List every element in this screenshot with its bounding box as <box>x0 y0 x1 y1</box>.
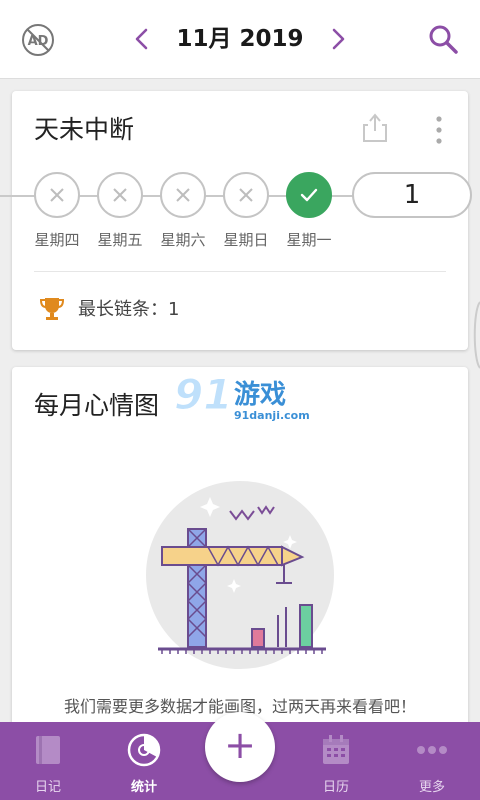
more-vert-icon[interactable] <box>434 115 444 145</box>
x-icon <box>176 188 190 202</box>
trophy-icon <box>39 298 65 320</box>
scroll-indicator <box>473 301 480 369</box>
share-icon[interactable] <box>362 111 388 143</box>
nav-label-more: 更多 <box>418 780 445 795</box>
streak-title: 天未中断 <box>34 115 135 144</box>
month-title[interactable]: 11月 2019 <box>160 22 320 56</box>
day-circle-done <box>286 172 332 218</box>
svg-text:91: 91 <box>174 370 232 419</box>
diary-book-icon <box>36 736 60 764</box>
search-icon[interactable] <box>426 22 460 56</box>
nav-label-stats: 统计 <box>130 780 157 795</box>
ad-blocked-icon[interactable]: AD <box>20 22 56 58</box>
nav-item-calendar[interactable]: 日历 <box>288 722 384 800</box>
more-dots-icon <box>417 746 447 754</box>
x-icon <box>239 188 253 202</box>
day-circle-missed <box>34 172 80 218</box>
divider <box>34 271 446 272</box>
day-circle-missed <box>223 172 269 218</box>
streak-card: 天未中断 星期四 星期五 星期六 星期日 星期一 1 最长链条：1 <box>0 91 472 350</box>
nav-item-more[interactable]: 更多 <box>384 722 480 800</box>
current-streak-count: 1 <box>352 172 472 218</box>
x-icon <box>50 188 64 202</box>
day-circle-missed <box>97 172 143 218</box>
longest-streak-label: 最长链条：1 <box>78 299 180 320</box>
nav-label-diary: 日记 <box>34 780 61 795</box>
day-label: 星期六 <box>160 231 206 249</box>
check-icon <box>300 188 318 202</box>
day-circle-missed <box>160 172 206 218</box>
chevron-right-icon[interactable] <box>324 22 352 56</box>
top-bar: AD 11月 2019 <box>0 0 480 79</box>
add-entry-button[interactable]: + <box>205 712 275 782</box>
x-icon <box>113 188 127 202</box>
mood-title: 每月心情图 <box>34 391 160 420</box>
nav-label-calendar: 日历 <box>322 780 349 795</box>
day-label: 星期日 <box>223 231 269 249</box>
nav-item-stats[interactable]: 统计 <box>96 722 192 800</box>
watermark-text: 91danji.com <box>234 409 310 422</box>
under-construction-illustration <box>146 481 334 669</box>
svg-text:游戏: 游戏 <box>234 380 286 410</box>
nav-item-diary[interactable]: 日记 <box>0 722 96 800</box>
plus-icon: + <box>224 723 256 767</box>
day-label: 星期四 <box>34 231 80 249</box>
calendar-icon <box>323 735 349 764</box>
day-label: 星期一 <box>286 231 332 249</box>
chevron-left-icon[interactable] <box>128 22 156 56</box>
stats-disc-icon <box>127 733 161 767</box>
day-label: 星期五 <box>97 231 143 249</box>
